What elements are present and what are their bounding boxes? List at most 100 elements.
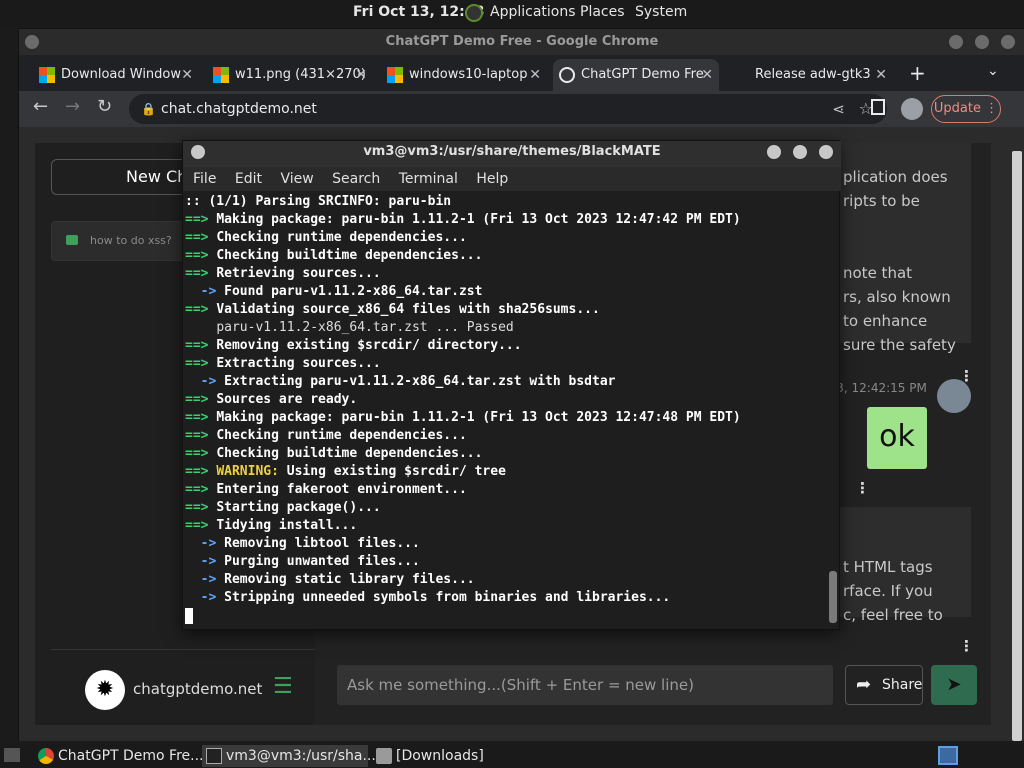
address-bar[interactable]: 🔒 chat.chatgptdemo.net ⋖ ☆	[129, 94, 887, 124]
tab-label: Release adw-gtk3	[755, 67, 871, 82]
new-tab-icon[interactable]: +	[909, 61, 926, 85]
message-snippet: note that	[843, 264, 913, 282]
line-text: Checking runtime dependencies...	[216, 428, 467, 443]
workspace-switcher[interactable]	[938, 746, 958, 765]
share-label: Share	[882, 677, 923, 693]
tab-chatgpt-demo[interactable]: ChatGPT Demo Fre ✕	[553, 59, 719, 91]
close-tab-icon[interactable]: ✕	[529, 59, 541, 91]
terminal-prompt-line	[185, 607, 825, 625]
taskbar-label: ChatGPT Demo Fre...	[58, 748, 204, 764]
back-icon[interactable]: ←	[33, 96, 48, 117]
tab-label: Download Window	[61, 67, 182, 82]
taskbar-item-chrome[interactable]: ChatGPT Demo Fre...	[34, 745, 204, 767]
line-text: Purging unwanted files...	[224, 554, 420, 569]
menu-terminal[interactable]: Terminal	[399, 171, 458, 187]
history-item-label: how to do xss?	[90, 234, 172, 247]
side-panel-icon[interactable]	[871, 99, 885, 115]
menu-edit[interactable]: Edit	[235, 171, 262, 187]
hamburger-menu-icon[interactable]: ☰	[273, 674, 293, 699]
sun-logo-icon: ✹	[85, 670, 125, 710]
scrollbar-thumb[interactable]	[1012, 151, 1022, 741]
message-snippet: to enhance	[843, 312, 928, 330]
close-tab-icon[interactable]: ✕	[181, 59, 193, 91]
menu-applications[interactable]: Applications	[490, 4, 576, 20]
chat-bubble-icon	[66, 235, 78, 245]
terminal-output[interactable]: :: (1/1) Parsing SRCINFO: paru-bin ==> Ma…	[185, 193, 825, 629]
ask-input[interactable]: Ask me something...(Shift + Enter = new …	[337, 665, 833, 705]
menu-file[interactable]: File	[193, 171, 216, 187]
close-icon[interactable]	[819, 145, 833, 159]
share-button[interactable]: ➦ Share	[845, 665, 923, 705]
mate-logo-icon[interactable]	[465, 4, 483, 22]
taskbar-item-terminal[interactable]: vm3@vm3:/usr/sha...	[202, 745, 376, 767]
minimize-icon[interactable]	[767, 145, 781, 159]
terminal-line: ==> WARNING: Using existing $srcdir/ tre…	[185, 463, 825, 481]
close-icon[interactable]	[1001, 35, 1015, 49]
brand-name[interactable]: chatgptdemo.net	[133, 680, 262, 698]
message-snippet: plication does	[843, 168, 948, 186]
forward-icon[interactable]: →	[65, 96, 80, 117]
terminal-line: -> Extracting paru-v1.11.2-x86_64.tar.zs…	[185, 373, 825, 391]
terminal-scrollbar[interactable]	[829, 571, 837, 623]
taskbar-item-downloads[interactable]: [Downloads]	[372, 745, 502, 767]
terminal-line: ==> Sources are ready.	[185, 391, 825, 409]
terminal-line: -> Removing libtool files...	[185, 535, 825, 553]
warning-label: WARNING:	[216, 464, 279, 479]
menu-search[interactable]: Search	[332, 171, 380, 187]
line-prefix: ::	[185, 194, 209, 209]
window-title: ChatGPT Demo Free - Google Chrome	[19, 29, 1024, 55]
line-prefix: ==>	[185, 464, 217, 479]
line-text: paru-v1.11.2-x86_64.tar.zst ... Passed	[216, 320, 514, 335]
terminal-line: ==> Checking runtime dependencies...	[185, 427, 825, 445]
tab-label: windows10-laptop	[409, 67, 528, 82]
share-page-icon[interactable]: ⋖	[832, 94, 845, 124]
line-text: (1/1) Parsing SRCINFO: paru-bin	[208, 194, 452, 209]
line-prefix: ==>	[185, 356, 217, 371]
menu-help[interactable]: Help	[476, 171, 508, 187]
user-message-ok: ok	[867, 407, 927, 469]
line-prefix: ==>	[185, 518, 217, 533]
tab-search-chevron-icon[interactable]: ⌄	[987, 63, 999, 79]
line-prefix: ->	[185, 374, 225, 389]
close-tab-icon[interactable]: ✕	[875, 59, 887, 91]
page-scrollbar[interactable]	[1010, 127, 1024, 741]
maximize-icon[interactable]	[975, 35, 989, 49]
minimize-icon[interactable]	[949, 35, 963, 49]
tab-w11-png[interactable]: w11.png (431×270) ✕	[207, 59, 373, 91]
maximize-icon[interactable]	[793, 145, 807, 159]
line-prefix: ->	[185, 284, 225, 299]
line-text: Sources are ready.	[216, 392, 358, 407]
message-options-icon[interactable]: ⋮	[959, 637, 974, 655]
bottom-panel: ChatGPT Demo Fre... vm3@vm3:/usr/sha... …	[0, 744, 1024, 768]
window-menu-icon[interactable]	[191, 145, 205, 159]
user-avatar	[937, 379, 971, 413]
reload-icon[interactable]: ↻	[97, 96, 112, 117]
update-button[interactable]: Update ⋮	[931, 95, 1001, 123]
toolbar: ← → ↻ 🔒 chat.chatgptdemo.net ⋖ ☆ Update …	[19, 91, 1024, 127]
terminal-line: ==> Checking runtime dependencies...	[185, 229, 825, 247]
tab-download-windows[interactable]: Download Window ✕	[33, 59, 199, 91]
show-desktop-icon[interactable]	[4, 748, 20, 762]
menu-places[interactable]: Places	[580, 4, 625, 20]
window-menu-icon[interactable]	[25, 35, 39, 49]
menu-system[interactable]: System	[635, 4, 687, 20]
line-prefix: ==>	[185, 410, 217, 425]
message-options-icon[interactable]: ⋮	[855, 479, 870, 497]
profile-avatar-icon[interactable]	[901, 98, 923, 120]
message-snippet: rs, also known	[843, 288, 951, 306]
send-button[interactable]: ➤	[931, 665, 977, 705]
tab-windows10-laptop[interactable]: windows10-laptop ✕	[381, 59, 547, 91]
line-prefix: ==>	[185, 446, 217, 461]
windows-logo-icon	[387, 67, 403, 83]
close-tab-icon[interactable]: ✕	[355, 59, 367, 91]
line-prefix: ==>	[185, 428, 217, 443]
sidebar-footer: ✹ chatgptdemo.net ☰	[51, 649, 331, 725]
menu-view[interactable]: View	[280, 171, 313, 187]
close-tab-icon[interactable]: ✕	[701, 59, 713, 91]
terminal-line: ==> Validating source_x86_64 files with …	[185, 301, 825, 319]
tab-release-adw-gtk3[interactable]: Release adw-gtk3 ✕	[727, 59, 893, 91]
line-text: Entering fakeroot environment...	[216, 482, 467, 497]
message-snippet: sure the safety	[843, 336, 956, 354]
terminal-window: vm3@vm3:/usr/share/themes/BlackMATE File…	[182, 140, 841, 630]
line-prefix: ==>	[185, 230, 217, 245]
